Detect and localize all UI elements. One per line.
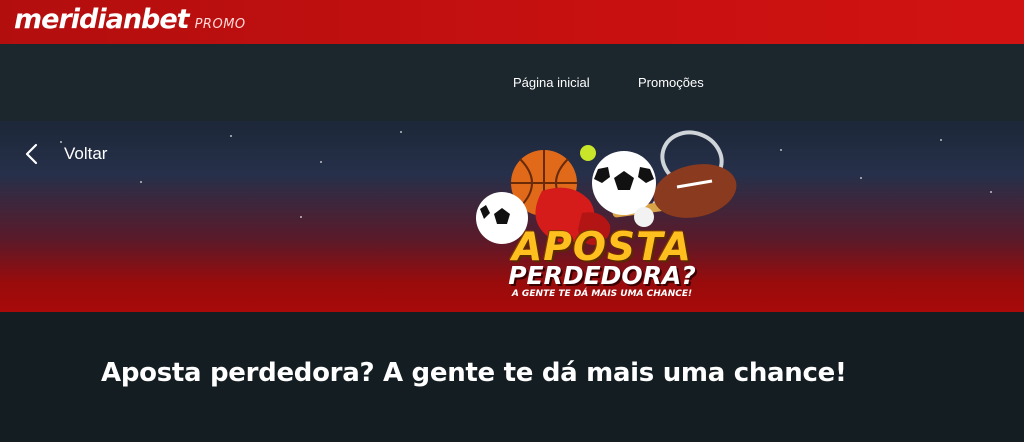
chevron-left-icon: [25, 143, 38, 165]
nav-home-link[interactable]: Página inicial: [513, 75, 590, 90]
nav-promotions-link[interactable]: Promoções: [638, 75, 704, 90]
back-button[interactable]: Voltar: [22, 143, 107, 165]
brand-promo-tag: PROMO: [194, 17, 246, 32]
promo-title-line2: PERDEDORA?: [508, 261, 696, 290]
top-brand-bar: meridianbet PROMO: [0, 0, 1024, 44]
page-title: Aposta perdedora? A gente te dá mais uma…: [101, 358, 847, 388]
promo-banner: Voltar APOSTA PERDEDORA? A GENTE TE DÁ M…: [0, 121, 1024, 312]
brand-name: meridianbet: [14, 4, 190, 35]
back-label: Voltar: [64, 144, 108, 163]
main-navigation: Página inicial Promoções: [0, 44, 1024, 121]
brand-logo[interactable]: meridianbet PROMO: [14, 4, 246, 40]
promo-subtitle: A GENTE TE DÁ MAIS UMA CHANCE!: [511, 289, 693, 299]
promo-artwork: APOSTA PERDEDORA? A GENTE TE DÁ MAIS UMA…: [462, 121, 742, 312]
